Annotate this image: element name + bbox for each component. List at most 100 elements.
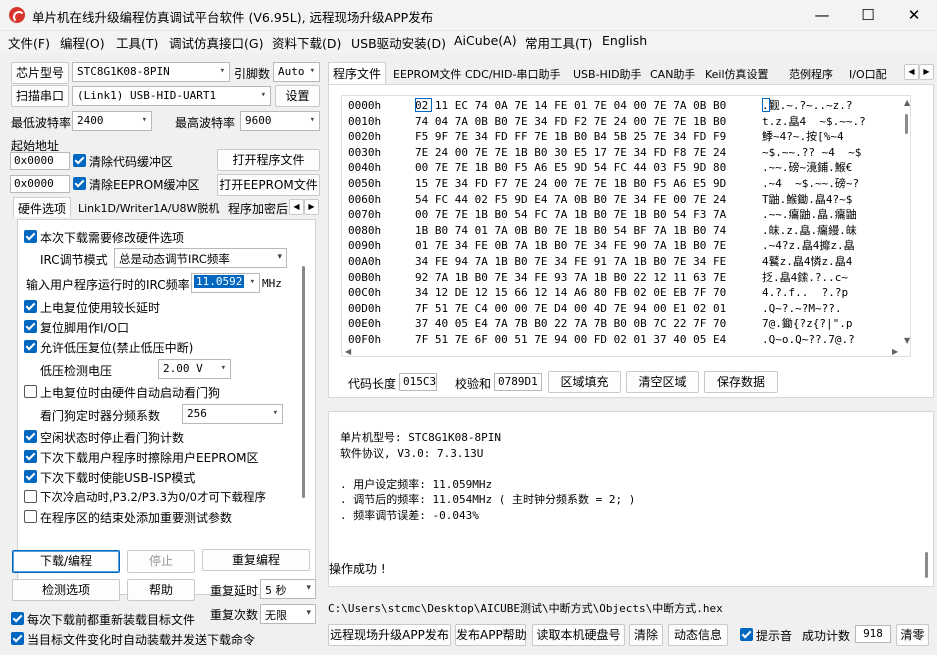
menu-download-docs[interactable]: 资料下载(D) — [272, 33, 341, 52]
open-program-file-button[interactable]: 打开程序文件 — [217, 149, 320, 171]
close-button[interactable]: ✕ — [891, 0, 937, 31]
repeat-delay-select[interactable]: 5 秒 ▾ — [260, 579, 316, 599]
fill-area-button[interactable]: 区域填充 — [548, 371, 621, 393]
download-program-button[interactable]: 下载/编程 — [12, 550, 120, 573]
usb-isp-checkbox[interactable] — [24, 470, 37, 483]
menu-aicube[interactable]: AiCube(A) — [454, 33, 517, 48]
hex-bytes: 34 FE 94 7A 1B B0 7E 34 FE 91 7A 1B B0 7… — [415, 255, 727, 268]
p32-p33-download-checkbox[interactable] — [24, 490, 37, 503]
min-baud-select[interactable]: 2400 ▾ — [72, 111, 152, 131]
menu-file[interactable]: 文件(F) — [8, 33, 50, 52]
hex-bytes: 7F 51 7E 6F 00 51 7E 94 00 FD 02 01 37 4… — [415, 333, 727, 346]
chevron-down-icon: ▾ — [277, 252, 282, 262]
open-eeprom-file-button[interactable]: 打开EEPROM文件 — [217, 174, 320, 196]
reload-before-download-checkbox[interactable] — [11, 612, 24, 625]
idle-stop-watchdog-checkbox[interactable] — [24, 430, 37, 443]
chip-model-select[interactable]: STC8G1K08-8PIN ▾ — [72, 62, 230, 82]
check-options-button[interactable]: 检测选项 — [12, 579, 120, 601]
tab-scroll-left-icon[interactable]: ◀ — [904, 64, 919, 80]
scroll-right-icon[interactable]: ▶ — [892, 347, 898, 356]
scroll-left-icon[interactable]: ◀ — [345, 347, 351, 356]
irc-mode-value: 总是动态调节IRC频率 — [119, 252, 230, 266]
hex-address: 0000h — [348, 99, 382, 112]
stop-button[interactable]: 停止 — [127, 550, 195, 573]
hex-address: 00B0h — [348, 270, 382, 284]
menu-program[interactable]: 编程(O) — [60, 33, 105, 52]
reload-before-download-label: 每次下载前都重新装载目标文件 — [27, 613, 196, 627]
tab-serial-helper[interactable]: CDC/HID-串口助手 — [461, 64, 565, 84]
hex-address: 00D0h — [348, 301, 382, 315]
auto-download-checkbox[interactable] — [11, 632, 24, 645]
chip-model-label[interactable]: 芯片型号 — [11, 62, 69, 84]
tab-scroll-left-icon[interactable]: ◀ — [289, 199, 304, 215]
low-voltage-reset-checkbox[interactable] — [24, 340, 37, 353]
tab-scroll-right-icon[interactable]: ▶ — [304, 199, 319, 215]
tab-io-config[interactable]: I/O口配 — [845, 64, 903, 84]
scan-port-button[interactable]: 扫描串口 — [11, 85, 69, 107]
tab-eeprom-file[interactable]: EEPROM文件 — [389, 64, 465, 84]
scroll-down-icon[interactable]: ▼ — [904, 336, 910, 345]
menu-debug-interface[interactable]: 调试仿真接口(G) — [169, 33, 263, 52]
menu-tools[interactable]: 工具(T) — [116, 33, 158, 52]
clear-area-button[interactable]: 清空区域 — [626, 371, 699, 393]
tab-hardware-options[interactable]: 硬件选项 — [13, 197, 72, 217]
menu-common-tools[interactable]: 常用工具(T) — [525, 33, 592, 52]
menu-usb-driver[interactable]: USB驱动安装(D) — [351, 33, 446, 52]
auto-start-watchdog-checkbox[interactable] — [24, 385, 37, 398]
max-baud-select[interactable]: 9600 ▾ — [240, 111, 320, 131]
tab-offline-writer[interactable]: Link1D/Writer1A/U8W脱机 — [74, 198, 223, 218]
hex-bytes: 02 11 EC 74 0A 7E 14 FE 01 7E 04 00 7E 7… — [415, 99, 727, 112]
pin-count-select[interactable]: Auto ▾ — [273, 62, 320, 82]
add-test-params-checkbox[interactable] — [24, 510, 37, 523]
scroll-up-icon[interactable]: ▲ — [904, 98, 910, 107]
tab-encryption[interactable]: 程序加密后 — [224, 198, 288, 218]
repeat-count-select[interactable]: 无限 ▾ — [260, 604, 316, 624]
publish-app-help-button[interactable]: 发布APP帮助 — [455, 624, 527, 646]
hex-editor[interactable]: 0000h 02 11 EC 74 0A 7E 14 FE 01 7E 04 00… — [341, 95, 911, 357]
reset-count-button[interactable]: 清零 — [896, 624, 929, 646]
power-reset-delay-checkbox[interactable] — [24, 300, 37, 313]
power-reset-delay-label: 上电复位使用较长延时 — [40, 301, 161, 315]
tab-program-file[interactable]: 程序文件 — [328, 62, 387, 84]
min-baud-value: 2400 — [77, 114, 104, 127]
irc-frequency-label: 输入用户程序运行时的IRC频率 — [26, 278, 190, 292]
code-start-address-input[interactable]: 0x0000 — [10, 152, 70, 170]
save-data-button[interactable]: 保存数据 — [704, 371, 778, 393]
dynamic-info-button[interactable]: 动态信息 — [668, 624, 728, 646]
clear-log-button[interactable]: 清除 — [629, 624, 663, 646]
p32-p33-download-label: 下次冷启动时,P3.2/P3.3为0/0才可下载程序 — [40, 490, 266, 504]
options-scrollbar[interactable] — [302, 266, 305, 498]
hex-address: 0060h — [348, 192, 382, 206]
menu-english[interactable]: English — [602, 33, 647, 48]
repeat-program-button[interactable]: 重复编程 — [202, 549, 310, 571]
help-button[interactable]: 帮助 — [127, 579, 195, 601]
tab-can-helper[interactable]: CAN助手 — [646, 64, 699, 84]
lvd-voltage-select[interactable]: 2.00 V ▾ — [158, 359, 231, 379]
eeprom-start-address-input[interactable]: 0x0000 — [10, 175, 70, 193]
program-file-panel: 0000h 02 11 EC 74 0A 7E 14 FE 01 7E 04 00… — [328, 84, 934, 398]
hex-vertical-scrollbar[interactable] — [905, 114, 908, 134]
clear-eeprom-buffer-checkbox[interactable] — [73, 177, 86, 190]
hex-ascii: .~4 ~$.~~.磅~? — [762, 177, 860, 190]
tab-scroll-right-icon[interactable]: ▶ — [919, 64, 934, 80]
irc-frequency-select[interactable]: 11.0592 ▾ — [191, 273, 260, 293]
irc-mode-select[interactable]: 总是动态调节IRC频率 ▾ — [114, 248, 287, 268]
settings-button[interactable]: 设置 — [275, 85, 320, 107]
reset-pin-io-checkbox[interactable] — [24, 320, 37, 333]
tab-examples[interactable]: 范例程序 — [785, 64, 837, 84]
serial-port-select[interactable]: (Link1) USB-HID-UART1 ▾ — [72, 86, 271, 106]
minimize-button[interactable]: — — [799, 0, 845, 31]
remote-upgrade-publish-button[interactable]: 远程现场升级APP发布 — [328, 624, 451, 646]
tab-usb-hid-helper[interactable]: USB-HID助手 — [569, 64, 646, 84]
hex-address: 00E0h — [348, 317, 382, 331]
log-scrollbar[interactable] — [925, 552, 928, 578]
beep-checkbox[interactable] — [740, 628, 753, 641]
modify-hardware-options-checkbox[interactable] — [24, 230, 37, 243]
hex-ascii: t.z.皛4 ~$.~~.? — [762, 114, 866, 128]
clear-code-buffer-checkbox[interactable] — [73, 154, 86, 167]
tab-keil-settings[interactable]: Keil仿真设置 — [701, 64, 773, 84]
read-disk-id-button[interactable]: 读取本机硬盘号 — [532, 624, 625, 646]
maximize-button[interactable]: ☐ — [845, 0, 891, 31]
erase-eeprom-checkbox[interactable] — [24, 450, 37, 463]
watchdog-divider-select[interactable]: 256 ▾ — [182, 404, 283, 424]
